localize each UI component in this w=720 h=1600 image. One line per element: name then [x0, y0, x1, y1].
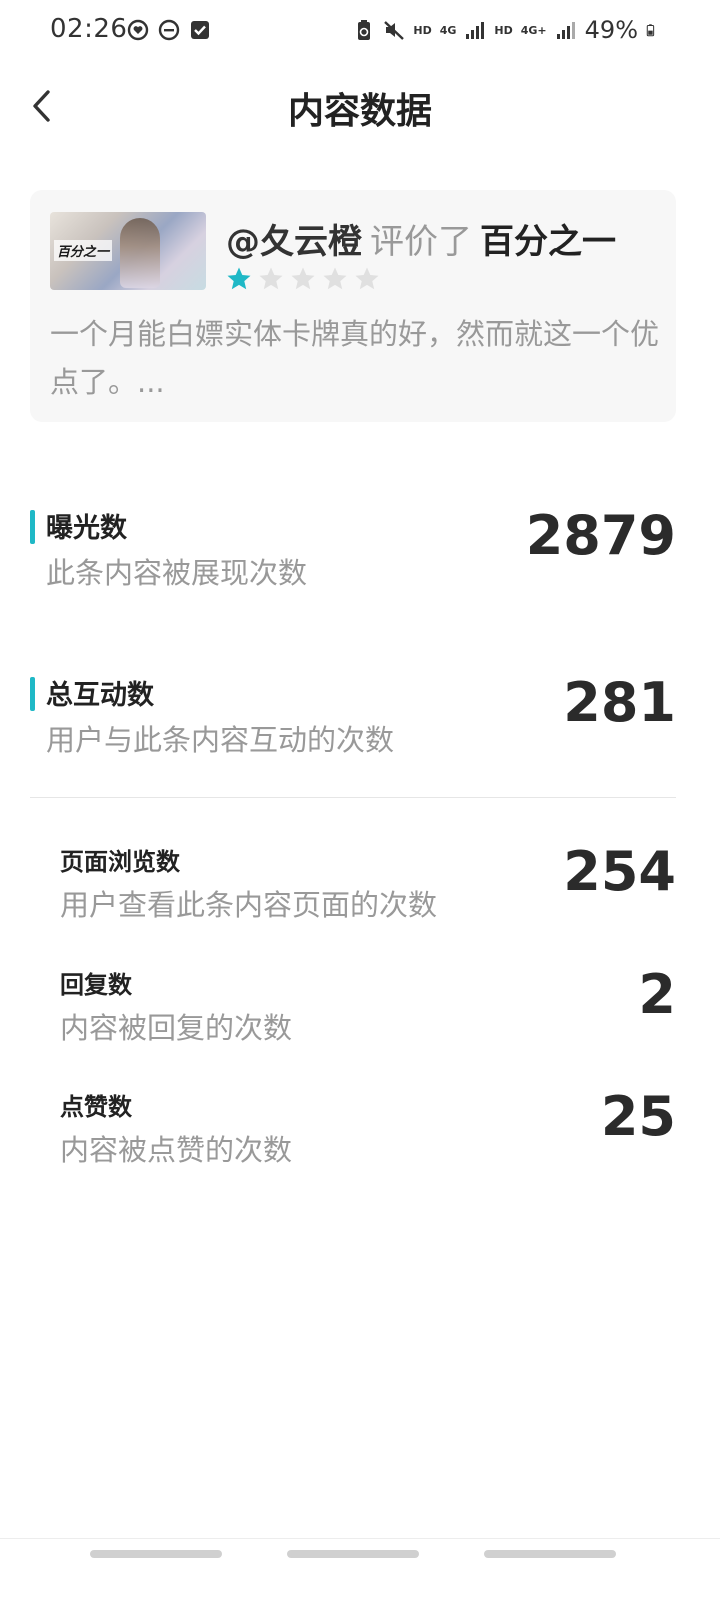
metric-value: 281 — [563, 671, 676, 734]
metric-likes: 点赞数 内容被点赞的次数 25 — [30, 1085, 676, 1177]
status-bar: 02:26 HD 4G HD 4G+ 49% — [0, 0, 720, 64]
metric-value: 25 — [600, 1085, 676, 1148]
accent-bar — [30, 677, 35, 711]
review-verb: 评价了 — [370, 222, 472, 262]
metric-exposure: 曝光数 此条内容被展现次数 2879 — [30, 504, 676, 606]
signal-icon-1 — [466, 22, 485, 39]
metric-value: 2 — [638, 963, 676, 1026]
metric-desc: 内容被回复的次数 — [60, 1011, 293, 1045]
metric-desc: 内容被点赞的次数 — [60, 1133, 293, 1167]
checkbox-icon — [191, 21, 209, 39]
mute-icon — [384, 21, 405, 40]
metric-label: 页面浏览数 — [60, 848, 180, 876]
metric-desc: 此条内容被展现次数 — [46, 556, 308, 590]
network-4g-label-2: 4G+ — [520, 23, 547, 37]
do-not-disturb-icon — [158, 19, 180, 41]
review-user[interactable]: @夂云橙 — [226, 222, 362, 262]
metric-desc: 用户查看此条内容页面的次数 — [60, 888, 438, 922]
review-text: 一个月能白嫖实体卡牌真的好，然而就这一个优点了。... — [50, 317, 660, 399]
battery-saver-icon — [358, 20, 371, 40]
metric-replies: 回复数 内容被回复的次数 2 — [30, 963, 676, 1055]
metric-interactions: 总互动数 用户与此条内容互动的次数 281 — [30, 671, 676, 773]
status-right-icons: HD 4G HD 4G+ 49% — [353, 16, 660, 44]
metric-label: 点赞数 — [60, 1093, 132, 1121]
hd-label-1: HD — [413, 23, 432, 37]
metric-page-views: 页面浏览数 用户查看此条内容页面的次数 254 — [30, 840, 676, 932]
review-target[interactable]: 百分之一 — [480, 222, 616, 262]
page-title: 内容数据 — [287, 91, 432, 132]
accent-bar — [30, 510, 35, 544]
status-time: 02:26 — [50, 14, 128, 44]
star-empty-icon — [355, 267, 379, 290]
metric-value: 2879 — [525, 504, 676, 567]
metric-label: 曝光数 — [46, 513, 127, 544]
heart-shield-icon — [127, 19, 149, 41]
metric-desc: 用户与此条内容互动的次数 — [46, 723, 395, 757]
game-thumbnail[interactable]: 百分之一 — [50, 212, 206, 290]
metric-label: 回复数 — [60, 971, 132, 999]
thumbnail-artwork — [120, 218, 160, 288]
bottom-divider — [0, 1538, 720, 1539]
nav-recents-button[interactable] — [90, 1550, 222, 1558]
status-left-icons — [127, 19, 211, 41]
nav-home-button[interactable] — [287, 1550, 419, 1558]
divider — [30, 797, 676, 798]
review-card[interactable]: 百分之一 @夂云橙 评价了 百分之一 一个月能白嫖实体卡牌真的好，然而就这一个优点了… — [30, 190, 676, 422]
network-4g-label-1: 4G — [439, 23, 457, 37]
review-headline: @夂云橙 评价了 百分之一 — [226, 214, 616, 263]
nav-back-button[interactable] — [484, 1550, 616, 1558]
star-filled-icon — [227, 267, 251, 290]
signal-icon-2 — [556, 22, 575, 39]
thumbnail-logo: 百分之一 — [54, 240, 113, 261]
star-empty-icon — [291, 267, 315, 290]
header: 内容数据 — [0, 70, 720, 144]
hd-label-2: HD — [494, 23, 513, 37]
star-empty-icon — [259, 267, 283, 290]
battery-icon — [646, 24, 655, 37]
rating-stars — [226, 266, 380, 292]
battery-percent: 49% — [584, 16, 638, 44]
metric-label: 总互动数 — [46, 680, 154, 711]
metric-value: 254 — [563, 840, 676, 903]
star-empty-icon — [323, 267, 347, 290]
